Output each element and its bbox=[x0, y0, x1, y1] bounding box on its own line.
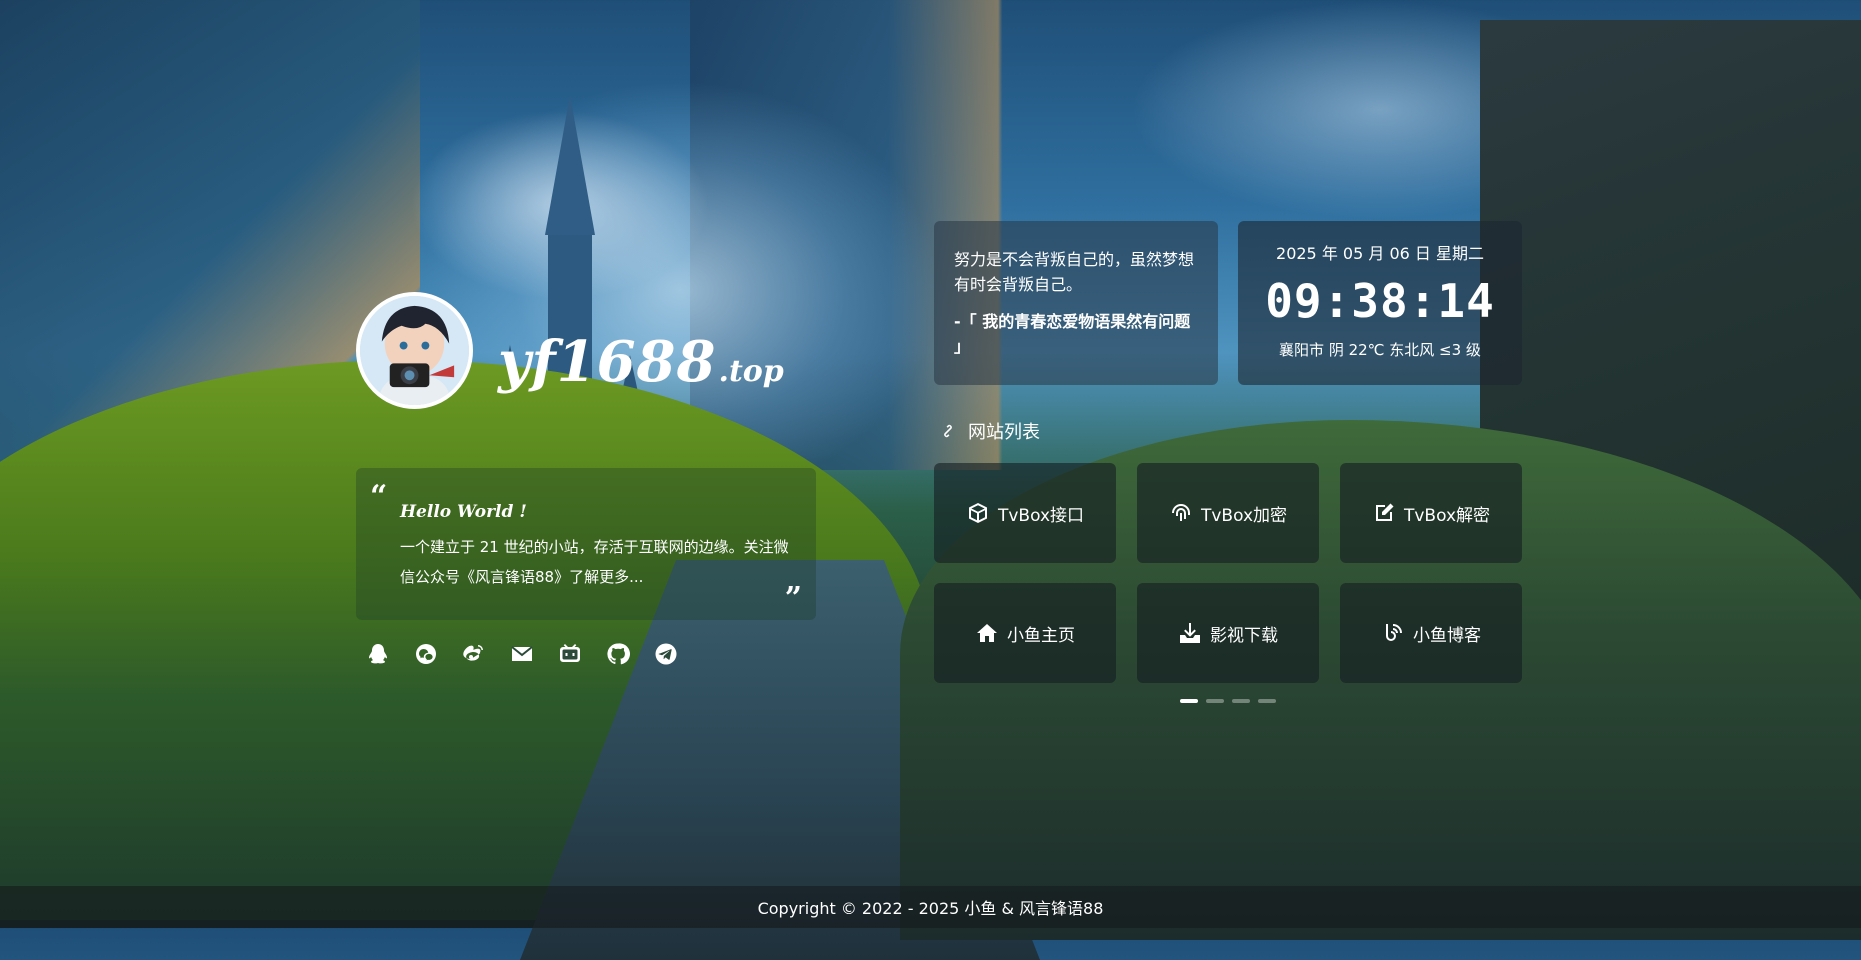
footer: Copyright © 2022 - 2025 小鱼 & 风言锋语88 bbox=[0, 886, 1861, 928]
tile-label: 小鱼主页 bbox=[1007, 625, 1075, 646]
home-icon bbox=[977, 624, 997, 642]
copyright-text: Copyright © 2022 - 2025 小鱼 & 风言锋语88 bbox=[757, 899, 1104, 918]
tile-label: 影视下载 bbox=[1210, 625, 1278, 646]
brand-name: yf1688 bbox=[498, 329, 717, 395]
date-text: 2025 年 05 月 06 日 星期二 bbox=[1276, 244, 1484, 263]
tile-label: TvBox加密 bbox=[1200, 505, 1288, 526]
weibo-icon[interactable] bbox=[462, 642, 486, 666]
edit-icon bbox=[1375, 503, 1394, 521]
page-dot-1[interactable] bbox=[1180, 699, 1198, 703]
site-list-pagination bbox=[1180, 699, 1276, 703]
site-list-title: 网站列表 bbox=[968, 422, 1040, 443]
tile-tvbox-decrypt[interactable]: TvBox解密 bbox=[1340, 463, 1522, 563]
castle-illustration bbox=[495, 95, 645, 495]
social-links bbox=[366, 642, 678, 666]
weather-text: 襄阳市 阴 22℃ 东北风 ≤3 级 bbox=[1279, 341, 1481, 359]
telegram-icon[interactable] bbox=[654, 642, 678, 666]
background-scenery bbox=[0, 0, 1861, 960]
email-icon[interactable] bbox=[510, 642, 534, 666]
bilibili-icon[interactable] bbox=[558, 642, 582, 666]
intro-title: Hello World ! bbox=[400, 502, 527, 522]
wechat-icon[interactable] bbox=[414, 642, 438, 666]
tile-tvbox-encrypt[interactable]: TvBox加密 bbox=[1137, 463, 1319, 563]
blog-icon bbox=[1386, 624, 1402, 641]
open-quote-icon: “ bbox=[370, 479, 388, 514]
quote-source: -「 我的青春恋爱物语果然有问题 」 bbox=[954, 312, 1191, 356]
intro-card: “ Hello World ! 一个建立于 21 世纪的小站，存活于互联网的边缘… bbox=[356, 468, 816, 620]
download-icon bbox=[1180, 623, 1200, 643]
avatar bbox=[356, 292, 473, 409]
avatar-illustration bbox=[360, 296, 469, 405]
quote-text: 努力是不会背叛自己的，虽然梦想有时会背叛自己。 bbox=[954, 250, 1195, 294]
tile-blog[interactable]: 小鱼博客 bbox=[1340, 583, 1522, 683]
tile-label: 小鱼博客 bbox=[1413, 625, 1481, 646]
tile-label: TvBox接口 bbox=[997, 505, 1085, 526]
site-brand: yf1688 .top bbox=[498, 312, 784, 392]
github-icon[interactable] bbox=[606, 642, 630, 666]
site-tiles: TvBox接口 TvBox加密 TvBox解密 小鱼主页 影视下载 小鱼博客 bbox=[934, 463, 1522, 683]
page-dot-4[interactable] bbox=[1258, 699, 1276, 703]
tile-tvbox-api[interactable]: TvBox接口 bbox=[934, 463, 1116, 563]
cube-icon bbox=[968, 503, 987, 523]
tile-home[interactable]: 小鱼主页 bbox=[934, 583, 1116, 683]
qq-icon[interactable] bbox=[366, 642, 390, 666]
clock-time: 09:38:14 bbox=[1265, 274, 1495, 328]
tile-video-download[interactable]: 影视下载 bbox=[1137, 583, 1319, 683]
page-dot-2[interactable] bbox=[1206, 699, 1224, 703]
intro-text: 一个建立于 21 世纪的小站，存活于互联网的边缘。关注微信公众号《风言锋语88》… bbox=[400, 538, 789, 586]
site-list-heading: 网站列表 bbox=[938, 418, 1040, 444]
link-icon bbox=[944, 424, 952, 438]
quote-card: 努力是不会背叛自己的，虽然梦想有时会背叛自己。 -「 我的青春恋爱物语果然有问题… bbox=[934, 221, 1218, 385]
fingerprint-icon bbox=[1171, 504, 1190, 521]
page-dot-3[interactable] bbox=[1232, 699, 1250, 703]
close-quote-icon: ” bbox=[784, 581, 802, 616]
time-card: 2025 年 05 月 06 日 星期二 09:38:14 襄阳市 阴 22℃ … bbox=[1238, 221, 1522, 385]
brand-domain: .top bbox=[718, 354, 784, 389]
tile-label: TvBox解密 bbox=[1403, 505, 1491, 526]
